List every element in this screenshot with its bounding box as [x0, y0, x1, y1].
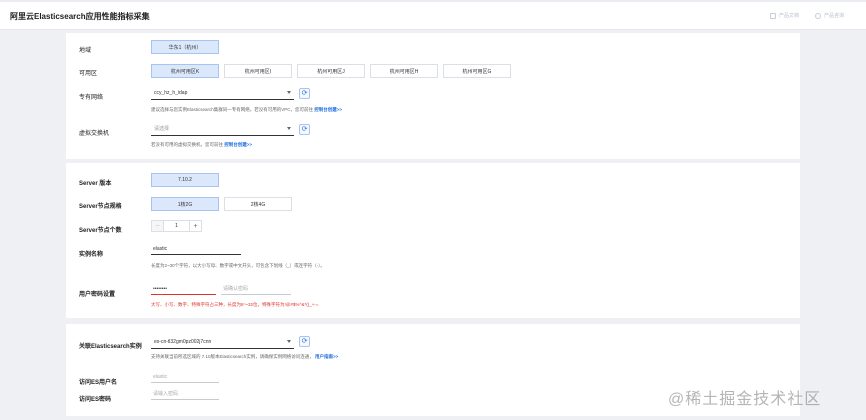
es-refresh-button[interactable]: ⟳ [299, 336, 310, 347]
increment-button[interactable]: + [190, 221, 201, 231]
instance-name-hint: 长度为2~30个字符，以大小写母、数字或中文开头，可包含下划线（_）或连字符（-… [151, 263, 325, 268]
vswitch-select[interactable]: 请选择 [151, 122, 294, 136]
product-consult-label: 产品咨询 [824, 13, 845, 19]
help-icon [815, 12, 821, 19]
zone-option-j[interactable]: 杭州可用区J [297, 64, 365, 78]
region-option[interactable]: 华东1（杭州） [151, 40, 219, 54]
vswitch-hint-text: 若没有可用的虚拟交换机，您可前往 [151, 142, 223, 147]
watermark: @稀土掘金技术社区 [668, 391, 822, 408]
instance-name-input[interactable]: elastic [151, 243, 241, 255]
header-bar: 阿里云Elasticsearch应用性能指标采集 产品文档 产品咨询 [0, 0, 866, 30]
vpc-refresh-button[interactable]: ⟳ [299, 88, 310, 99]
vpc-label: 专有网络 [79, 95, 104, 101]
top-divider [0, 0, 866, 2]
es-instance-select[interactable]: es-cn-tl32gm0pz002j7cnn [151, 335, 294, 349]
refresh-icon: ⟳ [301, 126, 308, 133]
zone-option-k[interactable]: 杭州可用区K [151, 64, 219, 78]
zone-option-h[interactable]: 杭州可用区H [370, 64, 438, 78]
password-label: 用户密码设置 [79, 292, 116, 298]
chevron-down-icon [287, 91, 291, 94]
vpc-create-link[interactable]: 控制台创建>> [314, 107, 342, 112]
server-count-stepper[interactable]: − 1 + [151, 220, 202, 232]
network-panel: 地域 华东1（杭州） 可用区 杭州可用区K 杭州可用区I 杭州可用区J 杭州可用… [66, 33, 800, 159]
es-username-label: 访问ES用户名 [79, 380, 118, 386]
es-password-input[interactable]: 请输入密码 [151, 388, 219, 400]
page-title: 阿里云Elasticsearch应用性能指标采集 [10, 12, 150, 21]
vswitch-refresh-button[interactable]: ⟳ [299, 124, 310, 135]
vpc-select[interactable]: ccy_hz_h_idap [151, 86, 294, 100]
server-count-label: Server节点个数 [79, 228, 122, 234]
server-spec-label: Server节点规格 [79, 204, 122, 210]
es-instance-hint-text: 支持关联当前所选区域的 7.10版本Elasticsearch实例，请确保实例网… [151, 354, 314, 359]
server-version-option[interactable]: 7.10.2 [151, 173, 219, 187]
user-guide-link[interactable]: 用户指南>> [315, 354, 338, 359]
es-password-label: 访问ES密码 [79, 397, 112, 403]
vpc-hint-text: 建议选择与您实例Elasticsearch集群同一专有网络，若没有可用的VPC，… [151, 107, 314, 112]
vswitch-hint: 若没有可用的虚拟交换机，您可前往 控制台创建>> [151, 142, 252, 148]
decrement-button[interactable]: − [152, 221, 163, 231]
password-confirm-input[interactable]: 请确认密码 [221, 283, 291, 295]
es-instance-value: es-cn-tl32gm0pz002j7cnn [154, 338, 212, 345]
product-docs-label: 产品文档 [779, 13, 800, 19]
refresh-icon: ⟳ [301, 338, 308, 345]
es-username-input[interactable]: elastic [151, 371, 219, 383]
document-icon [770, 12, 776, 19]
spec-option-2c4g[interactable]: 2核4G [224, 197, 292, 211]
es-instance-hint: 支持关联当前所选区域的 7.10版本Elasticsearch实例，请确保实例网… [151, 354, 338, 360]
server-panel: Server 版本 7.10.2 Server节点规格 1核2G 2核4G Se… [66, 163, 800, 318]
zone-option-i[interactable]: 杭州可用区I [224, 64, 292, 78]
instance-name-label: 实例名称 [79, 252, 104, 258]
zone-option-g[interactable]: 杭州可用区G [443, 64, 511, 78]
region-label: 地域 [79, 48, 92, 54]
chevron-down-icon [287, 127, 291, 130]
password-error: 大写、小写、数字、特殊字符占三种，长度为8～32位，特殊字符为!@#$%^&*(… [151, 302, 319, 307]
vswitch-label: 虚拟交换机 [79, 131, 110, 137]
server-count-value[interactable]: 1 [163, 221, 190, 231]
product-docs-link[interactable]: 产品文档 [770, 12, 799, 19]
vpc-hint: 建议选择与您实例Elasticsearch集群同一专有网络，若没有可用的VPC，… [151, 107, 342, 113]
server-version-label: Server 版本 [79, 181, 112, 187]
zone-label: 可用区 [79, 71, 98, 77]
es-instance-label: 关联Elasticsearch实例 [79, 344, 142, 350]
vswitch-create-link[interactable]: 控制台创建>> [224, 142, 252, 147]
password-input[interactable]: •••••••• [151, 283, 216, 295]
spec-option-1c2g[interactable]: 1核2G [151, 197, 219, 211]
refresh-icon: ⟳ [301, 90, 308, 97]
chevron-down-icon [287, 340, 291, 343]
vpc-select-value: ccy_hz_h_idap [154, 89, 188, 96]
vswitch-placeholder: 请选择 [154, 126, 170, 132]
product-consult-link[interactable]: 产品咨询 [815, 12, 844, 19]
